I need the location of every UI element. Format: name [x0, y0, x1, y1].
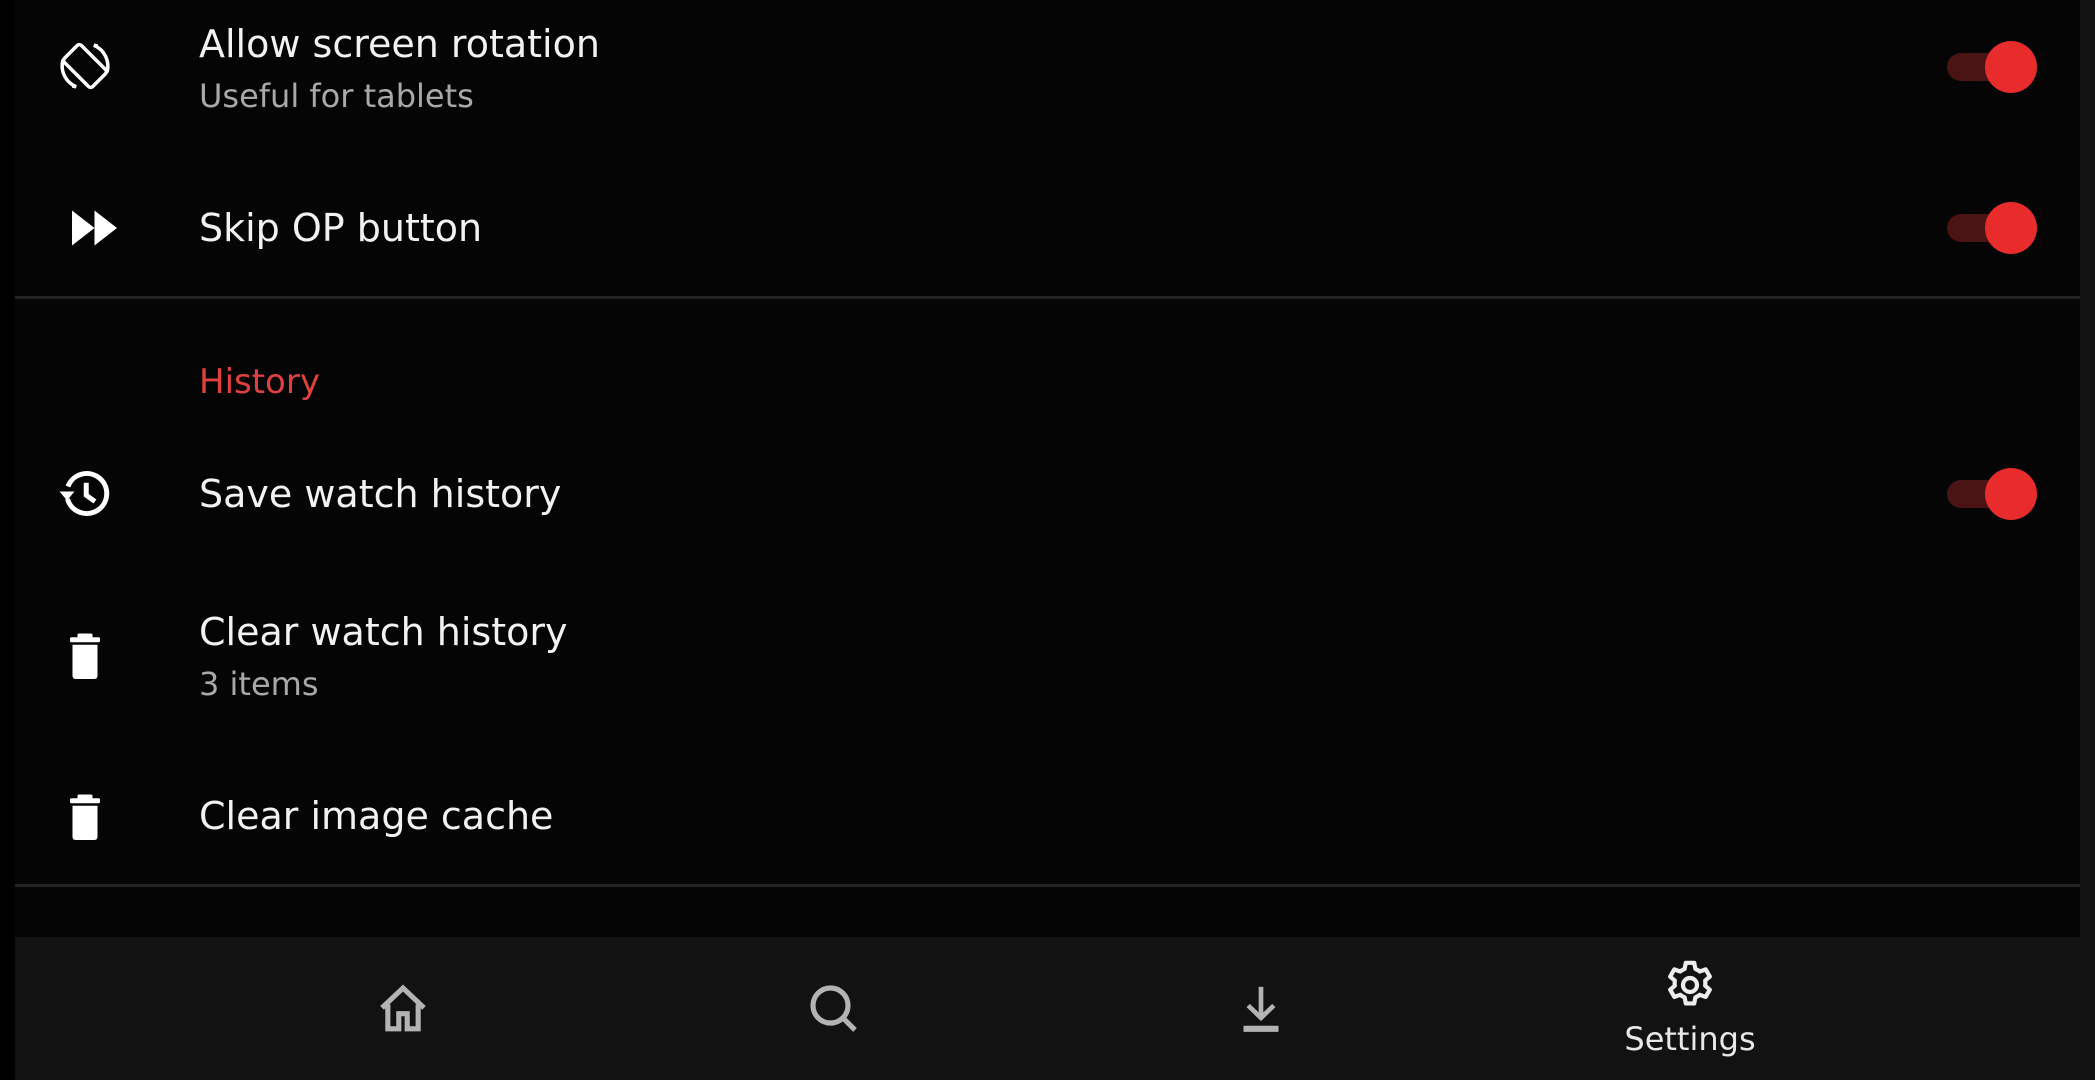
gear-icon [1662, 957, 1718, 1013]
screen-rotation-icon [55, 36, 115, 96]
toggle-thumb [1985, 41, 2037, 93]
setting-allow-screen-rotation[interactable]: Allow screen rotation Useful for tablets [15, 0, 2080, 135]
nav-search[interactable] [734, 937, 934, 1080]
home-icon [375, 981, 431, 1037]
nav-settings[interactable]: Settings [1590, 937, 1790, 1080]
fast-forward-icon [67, 198, 127, 258]
search-icon [806, 981, 862, 1037]
setting-title: Save watch history [199, 472, 562, 516]
bottom-nav: Settings [15, 937, 2080, 1080]
section-divider [15, 884, 2080, 887]
setting-clear-watch-history[interactable]: Clear watch history 3 items [15, 560, 2080, 730]
nav-downloads[interactable] [1161, 937, 1361, 1080]
trash-icon [55, 787, 115, 847]
setting-clear-image-cache[interactable]: Clear image cache [15, 730, 2080, 885]
setting-subtitle: 3 items [199, 665, 319, 703]
nav-home[interactable] [303, 937, 503, 1080]
right-edge [2080, 0, 2095, 1080]
setting-title: Clear watch history [199, 610, 568, 654]
toggle-thumb [1985, 202, 2037, 254]
settings-list: Allow screen rotation Useful for tablets… [15, 0, 2080, 937]
save-watch-history-toggle[interactable] [1947, 468, 2037, 520]
trash-icon [55, 626, 115, 686]
download-icon [1233, 981, 1289, 1037]
setting-title: Clear image cache [199, 794, 554, 838]
skip-op-toggle[interactable] [1947, 202, 2037, 254]
section-divider [15, 296, 2080, 299]
setting-skip-op-button[interactable]: Skip OP button [15, 135, 2080, 297]
section-header-history: History [199, 362, 320, 402]
nav-settings-label: Settings [1624, 1020, 1756, 1058]
setting-title: Skip OP button [199, 206, 483, 250]
left-edge [0, 0, 15, 937]
setting-subtitle: Useful for tablets [199, 77, 474, 115]
setting-save-watch-history[interactable]: Save watch history [15, 430, 2080, 560]
toggle-thumb [1985, 468, 2037, 520]
setting-title: Allow screen rotation [199, 22, 600, 66]
screen-rotation-toggle[interactable] [1947, 41, 2037, 93]
history-icon [55, 464, 115, 524]
